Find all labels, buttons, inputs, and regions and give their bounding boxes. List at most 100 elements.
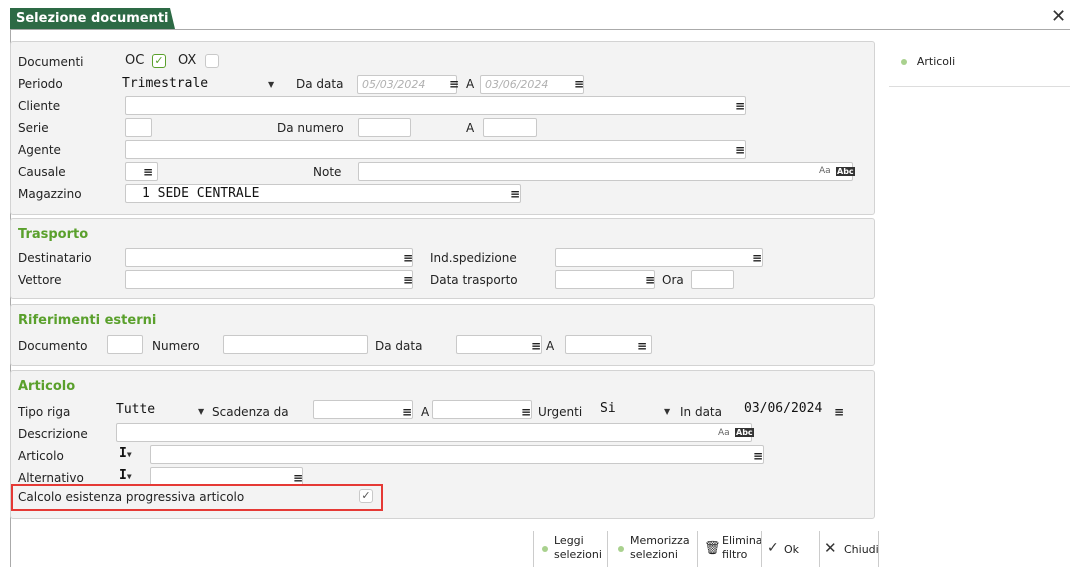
check-icon: ✓ (767, 540, 779, 556)
calcolo-label: Calcolo esistenza progressiva articolo (18, 490, 245, 504)
menu-icon[interactable]: ≡ (735, 143, 745, 157)
articolo-mode-select[interactable]: I▼ (115, 445, 145, 464)
descrizione-field[interactable] (116, 423, 752, 442)
serie-label: Serie (18, 121, 49, 135)
causale-label: Causale (18, 165, 66, 179)
check-icon: ✓ (154, 54, 164, 67)
elimina-filtro-button[interactable]: 🗑 Elimina filtro (697, 531, 763, 567)
spellcheck-icon[interactable]: Abc (735, 428, 754, 437)
in-data-field[interactable]: 03/06/2024 (740, 400, 840, 419)
magazzino-field[interactable]: 1 SEDE CENTRALE (125, 184, 521, 203)
elimina-label-2: filtro (722, 548, 748, 561)
menu-icon[interactable]: ≡ (637, 339, 647, 353)
ox-label: OX (178, 53, 197, 68)
ok-button[interactable]: ✓ Ok (761, 531, 817, 567)
periodo-label: Periodo (18, 77, 63, 91)
tipo-riga-label: Tipo riga (18, 405, 71, 419)
oc-checkbox[interactable]: ✓ (152, 54, 166, 68)
oc-label: OC (125, 53, 145, 68)
menu-icon[interactable]: ≡ (403, 251, 413, 265)
agente-field[interactable] (125, 140, 746, 159)
scadenza-a-field[interactable] (432, 400, 532, 419)
chiudi-label: Chiudi (844, 543, 879, 556)
leggi-label-2: selezioni (554, 548, 602, 561)
data-trasporto-field[interactable] (555, 270, 655, 289)
memorizza-label-2: selezioni (630, 548, 678, 561)
da-data-field[interactable]: 05/03/2024 (357, 75, 457, 94)
scadenza-da-label: Scadenza da (212, 405, 289, 419)
rif-da-data-field[interactable] (456, 335, 542, 354)
memorizza-selezioni-button[interactable]: Memorizza selezioni (607, 531, 695, 567)
cliente-label: Cliente (18, 99, 61, 113)
close-icon[interactable]: ✕ (1051, 6, 1066, 27)
periodo-select[interactable]: Trimestrale (118, 75, 284, 94)
numero-field[interactable] (223, 335, 368, 354)
ora-label: Ora (662, 273, 684, 287)
trash-icon: 🗑 (704, 541, 721, 556)
articolo-label: Articolo (18, 449, 64, 463)
destinatario-field[interactable] (125, 248, 413, 267)
urgenti-label: Urgenti (538, 405, 583, 419)
documenti-label: Documenti (18, 55, 84, 69)
menu-icon[interactable]: ≡ (143, 165, 153, 179)
note-field[interactable] (358, 162, 853, 181)
articolo-field[interactable] (150, 445, 764, 464)
rif-da-data-label: Da data (375, 339, 423, 353)
documento-label: Documento (18, 339, 88, 353)
a-data-label: A (466, 77, 475, 91)
memorizza-label-1: Memorizza (630, 534, 690, 547)
menu-icon[interactable]: ≡ (735, 99, 745, 113)
a-numero-label: A (466, 121, 475, 135)
rif-a-label: A (546, 339, 555, 353)
chiudi-button[interactable]: ✕ Chiudi (819, 531, 879, 567)
scadenza-da-field[interactable] (313, 400, 413, 419)
ind-spedizione-field[interactable] (555, 248, 763, 267)
spellcheck-icon[interactable]: Abc (836, 167, 855, 176)
chevron-down-icon[interactable]: ▼ (268, 80, 274, 89)
da-numero-label: Da numero (277, 121, 344, 135)
magazzino-label: Magazzino (18, 187, 82, 201)
menu-icon[interactable]: ≡ (834, 405, 844, 419)
menu-icon[interactable]: ≡ (293, 471, 303, 485)
translate-icon[interactable]: Aa (819, 166, 831, 176)
serie-field[interactable] (125, 118, 152, 137)
da-numero-field[interactable] (358, 118, 411, 137)
menu-icon[interactable]: ≡ (449, 77, 459, 91)
menu-icon[interactable]: ≡ (753, 449, 763, 463)
da-data-label: Da data (296, 77, 344, 91)
side-item-label: Articoli (916, 55, 956, 68)
ora-field[interactable] (691, 270, 734, 289)
leggi-selezioni-button[interactable]: Leggi selezioni (533, 531, 605, 567)
menu-icon[interactable]: ≡ (403, 273, 413, 287)
scadenza-a-label: A (421, 405, 430, 419)
window-title-tab: Selezione documenti (10, 8, 175, 29)
vettore-field[interactable] (125, 270, 413, 289)
close-icon: ✕ (824, 539, 837, 557)
chevron-down-icon[interactable]: ▼ (198, 407, 204, 416)
calcolo-checkbox[interactable]: ✓ (359, 489, 373, 503)
menu-icon[interactable]: ≡ (574, 77, 584, 91)
menu-icon[interactable]: ≡ (531, 339, 541, 353)
ox-checkbox[interactable] (205, 54, 219, 68)
ind-spedizione-label: Ind.spedizione (430, 251, 517, 265)
side-panel: Articoli (889, 38, 1070, 87)
menu-icon[interactable]: ≡ (521, 405, 531, 419)
translate-icon[interactable]: Aa (718, 428, 730, 438)
menu-icon[interactable]: ≡ (402, 405, 412, 419)
bullet-icon (618, 546, 624, 552)
ok-label: Ok (784, 543, 800, 556)
menu-icon[interactable]: ≡ (645, 273, 655, 287)
tipo-riga-select[interactable]: Tutte (112, 401, 212, 420)
vettore-label: Vettore (18, 273, 62, 287)
title-divider (10, 29, 1070, 30)
check-icon: ✓ (361, 489, 371, 502)
documento-field[interactable] (107, 335, 143, 354)
articolo-title: Articolo (18, 379, 76, 394)
side-item-articoli[interactable]: Articoli (901, 54, 955, 68)
menu-icon[interactable]: ≡ (752, 251, 762, 265)
menu-icon[interactable]: ≡ (510, 187, 520, 201)
chevron-down-icon[interactable]: ▼ (664, 407, 670, 416)
cliente-field[interactable] (125, 96, 746, 115)
a-numero-field[interactable] (483, 118, 537, 137)
a-data-field[interactable]: 03/06/2024 (480, 75, 584, 94)
